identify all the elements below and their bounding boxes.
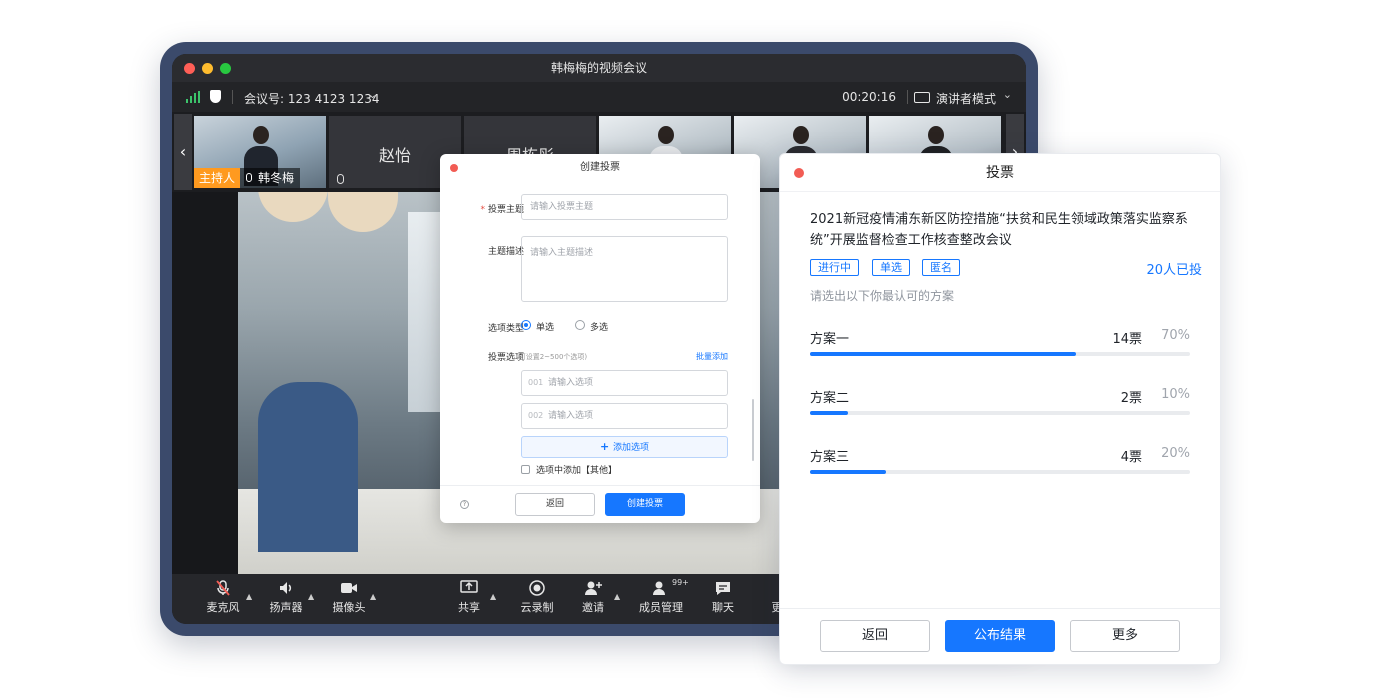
vote-instruction: 请选出以下你最认可的方案	[810, 289, 955, 303]
options-hint: (可设置2~500个选项)	[516, 353, 588, 361]
host-badge: 主持人	[194, 168, 241, 188]
background-lamp	[258, 192, 328, 222]
scrollbar[interactable]	[752, 399, 754, 461]
vote-results-panel: 投票 2021新冠疫情浦东新区防控措施“扶贫和民生领域政策落实监察系统”开展监督…	[779, 153, 1221, 665]
camera-button[interactable]: 摄像头	[324, 580, 374, 615]
plus-icon: +	[599, 440, 614, 453]
share-screen-icon	[460, 580, 478, 596]
speaker-button[interactable]: 扬声器	[261, 580, 311, 615]
maximize-window-button[interactable]	[220, 63, 231, 74]
vote-option-row: 方案一 14票 70%	[810, 328, 1190, 358]
participant-name: 韩冬梅	[240, 168, 301, 188]
minimize-window-button[interactable]	[202, 63, 213, 74]
create-poll-button[interactable]: 创建投票	[605, 493, 685, 516]
mic-button[interactable]: 麦克风	[198, 580, 248, 615]
caret-up-icon[interactable]: ▲	[370, 592, 376, 601]
window-titlebar: 韩梅梅的视频会议	[172, 54, 1026, 82]
mic-muted-icon	[214, 580, 232, 596]
background-person	[258, 382, 358, 552]
vote-progress-fill	[810, 470, 886, 474]
single-choice-label: 单选	[536, 323, 555, 333]
type-badge: 单选	[872, 259, 910, 276]
close-dialog-button[interactable]	[450, 164, 458, 172]
vote-progress-fill	[810, 352, 1076, 356]
members-icon	[652, 580, 670, 596]
poll-description-textarea[interactable]: 请输入主题描述	[521, 236, 728, 302]
meeting-timer: 00:20:16	[842, 90, 896, 104]
caret-up-icon[interactable]: ▲	[614, 592, 620, 601]
chevron-down-icon[interactable]: ⌄	[1003, 88, 1012, 101]
single-choice-radio[interactable]	[521, 320, 531, 330]
meeting-id: 会议号: 123 4123 1234	[244, 92, 380, 106]
mic-icon	[337, 174, 344, 184]
record-icon	[528, 580, 546, 596]
vote-progress-track	[810, 352, 1190, 356]
vote-progress-fill	[810, 411, 848, 415]
create-poll-dialog: 创建投票 * 投票主题 请输入投票主题 主题描述 请输入主题描述 选项类型 单选 …	[440, 154, 760, 523]
meeting-info-bar: 会议号: 123 4123 1234 ⌄ 00:20:16 演讲者模式 ⌄	[172, 82, 1026, 112]
video-sidebar	[172, 192, 238, 579]
panel-header: 投票	[780, 154, 1220, 192]
panel-footer: 返回 公布结果 更多	[780, 608, 1220, 664]
poll-subject-input[interactable]: 请输入投票主题	[521, 194, 728, 220]
dialog-footer: ? 返回 创建投票	[440, 485, 760, 523]
close-panel-button[interactable]	[794, 168, 804, 178]
stage: 韩梅梅的视频会议 会议号: 123 4123 1234 ⌄ 00:20:16 演…	[0, 0, 1400, 700]
shield-icon[interactable]	[210, 90, 221, 103]
mic-icon	[246, 173, 252, 182]
option-type-label: 选项类型	[487, 324, 524, 334]
vote-option-row: 方案三 4票 20%	[810, 446, 1190, 476]
members-count-badge: 99+	[672, 578, 689, 587]
multi-choice-label: 多选	[590, 323, 609, 333]
poll-option-input[interactable]: 002 请输入选项	[521, 403, 728, 429]
vote-progress-track	[810, 411, 1190, 415]
background-lamp	[328, 192, 398, 232]
add-other-label: 选项中添加【其他】	[536, 466, 618, 476]
caret-up-icon[interactable]: ▲	[246, 592, 252, 601]
info-icon[interactable]: ?	[460, 500, 469, 509]
divider	[907, 90, 908, 104]
batch-add-link[interactable]: 批量添加	[696, 351, 728, 362]
dialog-header: 创建投票	[440, 154, 760, 182]
vote-progress-track	[810, 470, 1190, 474]
camera-icon	[340, 580, 358, 596]
poll-option-input[interactable]: 001 请输入选项	[521, 370, 728, 396]
window-title: 韩梅梅的视频会议	[550, 61, 647, 75]
chat-button[interactable]: 聊天	[698, 580, 748, 615]
panel-title: 投票	[986, 165, 1014, 181]
caret-up-icon[interactable]: ▲	[308, 592, 314, 601]
status-badge: 进行中	[810, 259, 859, 276]
chevron-down-icon[interactable]: ⌄	[368, 88, 377, 101]
subject-label: * 投票主题	[480, 205, 524, 215]
vote-option-row: 方案二 2票 10%	[810, 387, 1190, 417]
add-user-icon	[584, 580, 602, 596]
signal-icon	[186, 91, 200, 103]
divider	[232, 90, 233, 104]
view-mode-label[interactable]: 演讲者模式	[936, 90, 996, 107]
members-button[interactable]: 成员管理 99+	[636, 578, 689, 615]
anonymous-badge: 匿名	[922, 259, 960, 276]
cloud-record-button[interactable]: 云录制	[512, 580, 562, 615]
layout-icon[interactable]	[914, 92, 930, 103]
voted-count[interactable]: 20人已投	[1146, 259, 1202, 278]
publish-results-button[interactable]: 公布结果	[945, 620, 1055, 652]
scroll-left-button[interactable]: ‹	[174, 114, 192, 190]
close-window-button[interactable]	[184, 63, 195, 74]
back-button[interactable]: 返回	[515, 493, 595, 516]
participant-tile-host[interactable]: 主持人 韩冬梅	[194, 116, 326, 188]
more-button[interactable]: 更多	[1070, 620, 1180, 652]
vote-title: 2021新冠疫情浦东新区防控措施“扶贫和民生领域政策落实监察系统”开展监督检查工…	[810, 212, 1188, 248]
poll-options-label: 投票选项	[487, 353, 524, 363]
multi-choice-radio[interactable]	[575, 320, 585, 330]
dialog-title: 创建投票	[580, 162, 620, 173]
invite-button[interactable]: 邀请	[568, 580, 618, 615]
speaker-icon	[277, 580, 295, 596]
add-other-checkbox[interactable]	[521, 465, 530, 474]
add-option-button[interactable]: + 添加选项	[521, 436, 728, 458]
back-button[interactable]: 返回	[820, 620, 930, 652]
chat-icon	[714, 580, 732, 596]
share-button[interactable]: 共享	[444, 580, 494, 615]
caret-up-icon[interactable]: ▲	[490, 592, 496, 601]
description-label: 主题描述	[487, 247, 524, 257]
